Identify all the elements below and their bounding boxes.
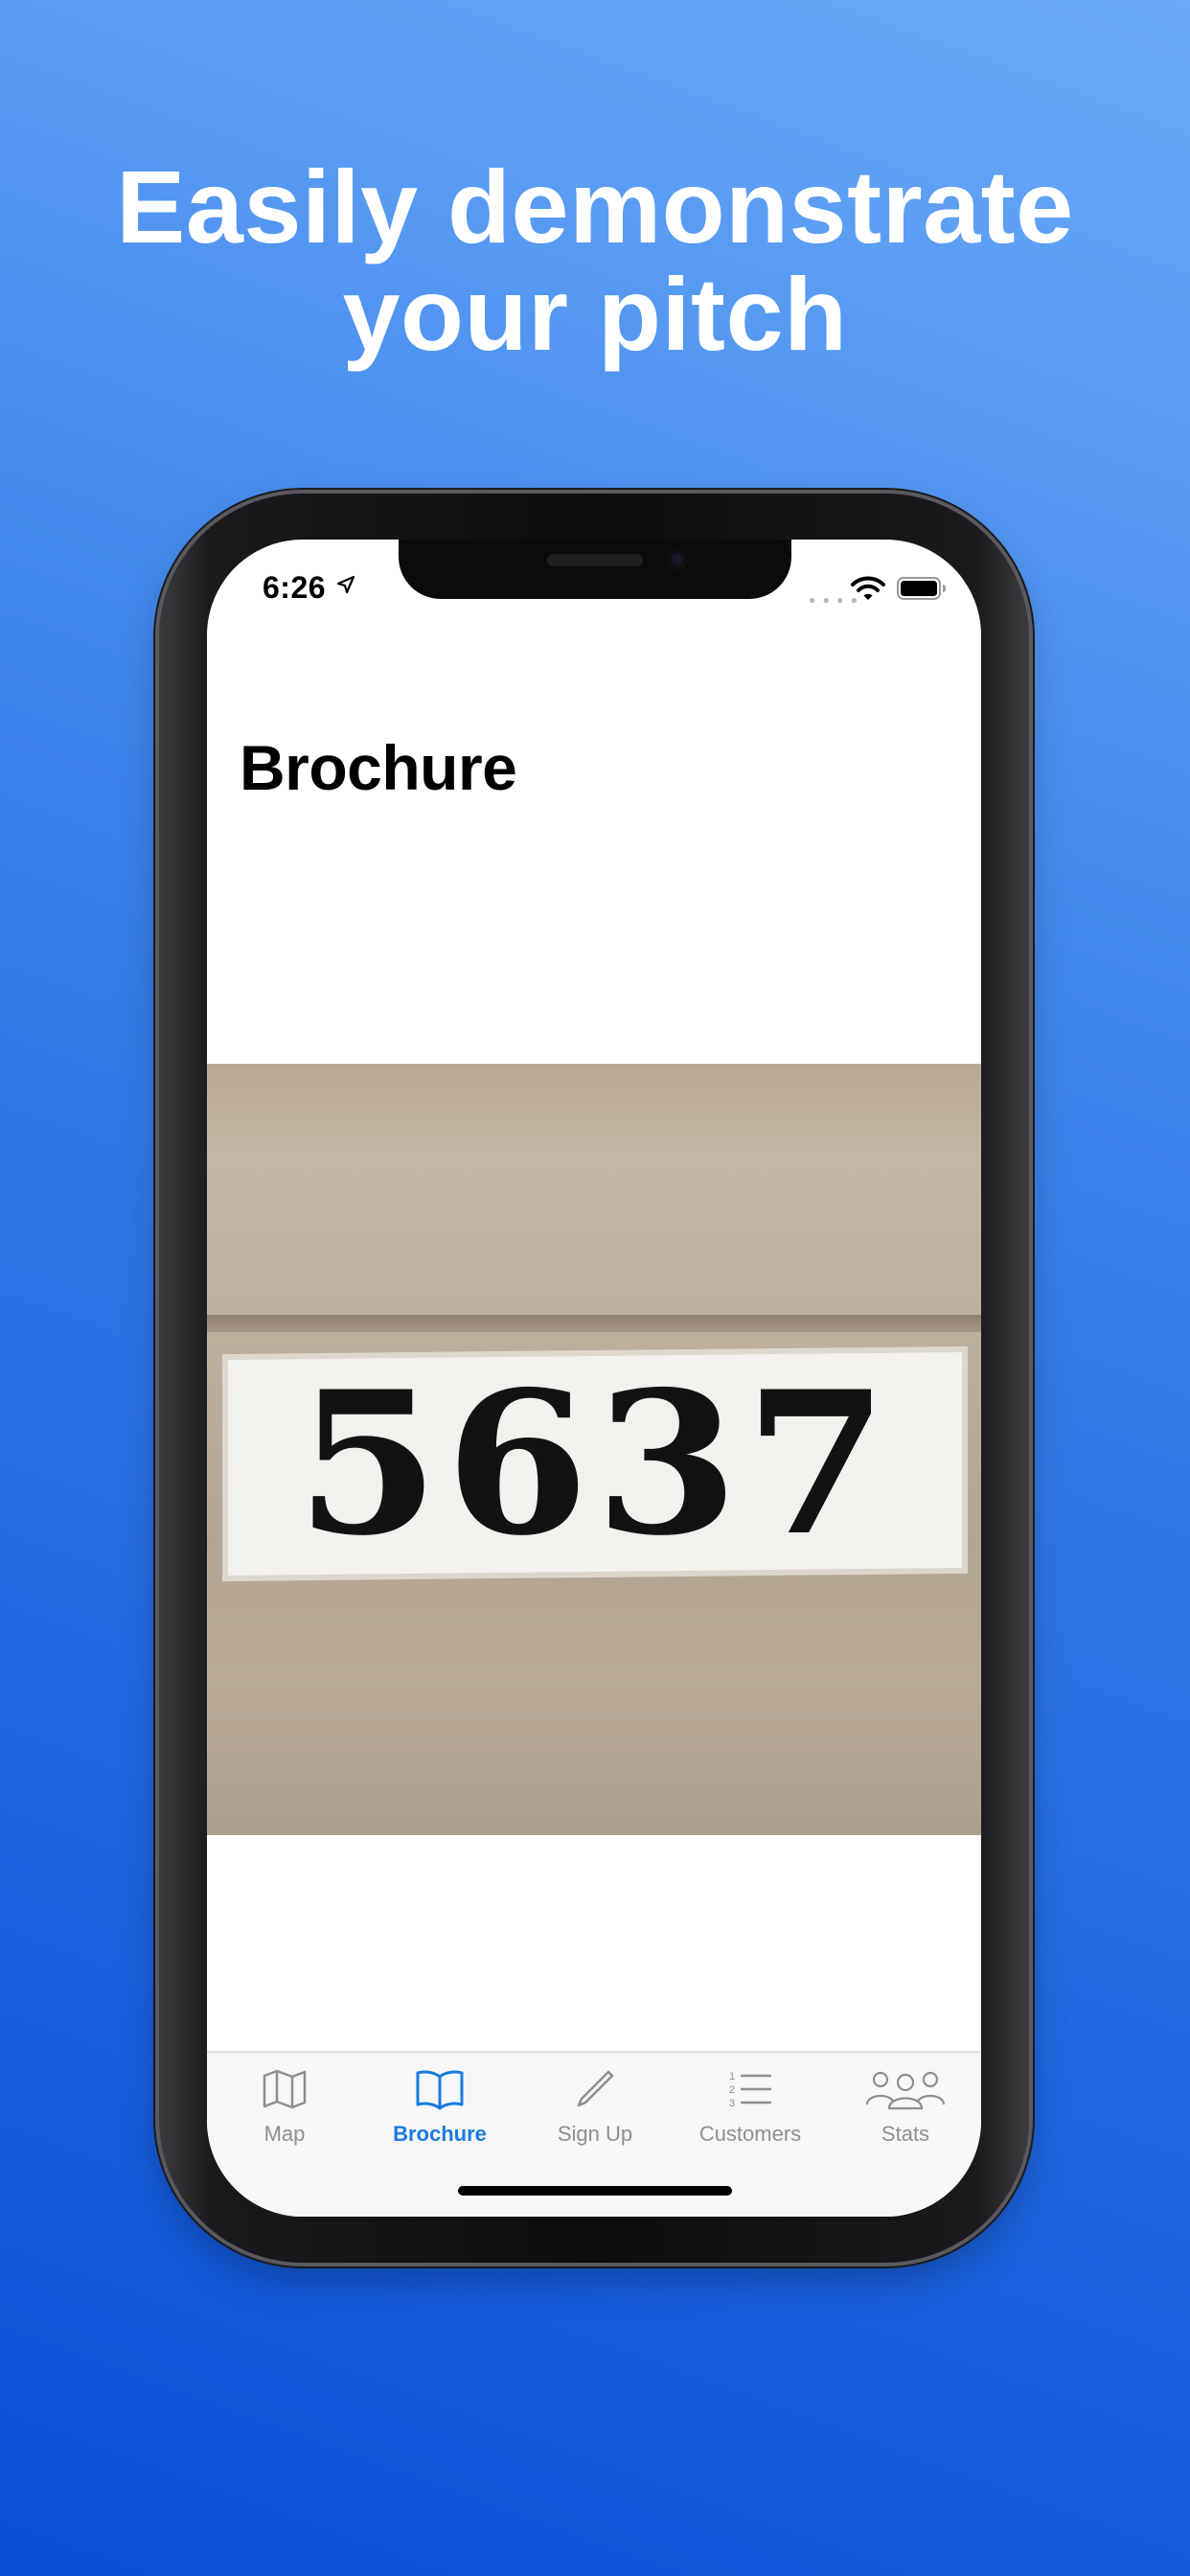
numbered-list-icon: 1 2 3 (727, 2068, 773, 2115)
headline-line-2: your pitch (342, 256, 848, 372)
tab-label-brochure: Brochure (393, 2122, 487, 2146)
tab-label-sign-up: Sign Up (557, 2122, 633, 2146)
status-time: 6:26 (263, 570, 327, 605)
home-indicator[interactable] (458, 2186, 732, 2196)
people-icon (865, 2068, 946, 2115)
tab-customers[interactable]: 1 2 3 Customers (673, 2053, 828, 2168)
wifi-icon (851, 576, 885, 606)
tab-label-customers: Customers (698, 2122, 802, 2146)
map-icon (262, 2068, 308, 2115)
page-title: Brochure (240, 732, 517, 803)
tab-label-map: Map (263, 2122, 306, 2146)
pencil-icon (574, 2068, 616, 2115)
book-icon (415, 2068, 465, 2115)
house-number-text: 5637 (295, 1349, 895, 1579)
svg-text:1: 1 (729, 2071, 735, 2082)
tab-stats[interactable]: Stats (828, 2053, 981, 2168)
headline-line-1: Easily demonstrate (116, 149, 1074, 264)
headline: Easily demonstrate your pitch (0, 153, 1190, 368)
tab-sign-up[interactable]: Sign Up (517, 2053, 673, 2168)
svg-text:2: 2 (729, 2084, 735, 2096)
tab-label-stats: Stats (881, 2122, 930, 2146)
notch (399, 540, 791, 599)
location-arrow-icon (336, 575, 355, 599)
front-camera (667, 549, 688, 570)
svg-text:3: 3 (729, 2098, 735, 2109)
earpiece-speaker (547, 554, 643, 566)
brochure-image: 5637 (207, 1064, 981, 1835)
phone-screen: 6:26 ● ● ● ● Brochure 5637 Map Brochure … (207, 540, 981, 2217)
curb-edge (207, 1315, 981, 1332)
tab-map[interactable]: Map (207, 2053, 362, 2168)
tab-brochure[interactable]: Brochure (362, 2053, 517, 2168)
battery-icon (897, 577, 947, 605)
